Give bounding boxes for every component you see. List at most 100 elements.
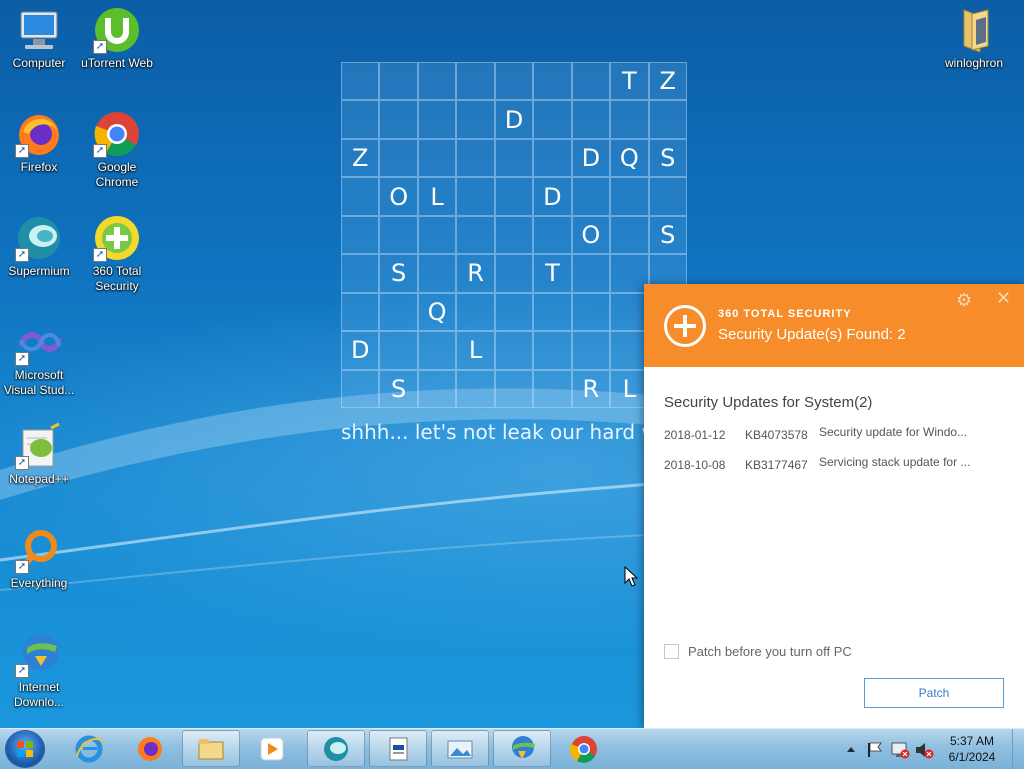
clock-date: 6/1/2024 xyxy=(948,750,996,764)
update-date: 2018-10-08 xyxy=(664,458,726,472)
shortcut-arrow-icon: ➚ xyxy=(93,248,107,262)
taskbar-file-explorer[interactable] xyxy=(182,730,240,767)
taskbar-internet-explorer[interactable] xyxy=(60,730,118,767)
shortcut-arrow-icon: ➚ xyxy=(93,144,107,158)
grid-cell xyxy=(571,254,611,293)
wallpaper-letter-grid: TZDZDQSOLDOSSRTQDLSRL xyxy=(341,62,687,408)
grid-cell xyxy=(533,100,572,139)
supermium-icon: ➚ xyxy=(15,214,63,262)
grid-cell xyxy=(571,331,611,370)
desktop-icon-computer[interactable]: Computer xyxy=(0,6,78,71)
grid-cell xyxy=(341,369,380,408)
grid-cell xyxy=(533,369,572,408)
grid-cell xyxy=(571,100,611,139)
patch-before-shutdown-label[interactable]: Patch before you turn off PC xyxy=(688,644,852,659)
desktop-icon-label: 360 Total Security xyxy=(92,264,142,293)
grid-cell xyxy=(533,292,572,332)
desktop-icon-360-total-security[interactable]: ➚ 360 Total Security xyxy=(78,214,156,294)
shortcut-arrow-icon: ➚ xyxy=(15,664,29,678)
system-tray xyxy=(847,742,934,759)
grid-cell: S xyxy=(648,138,687,178)
desktop-icon-label: uTorrent Web xyxy=(81,56,153,70)
grid-cell xyxy=(571,62,611,101)
settings-gear-icon[interactable]: ⚙ xyxy=(956,290,972,311)
update-row[interactable]: 2018-10-08 KB3177467 Servicing stack updat… xyxy=(664,455,984,472)
utorrent-icon: ➚ xyxy=(93,6,141,54)
patch-button[interactable]: Patch xyxy=(864,678,1004,708)
desktop-icon-notepad-plus-plus[interactable]: ➚ Notepad++ xyxy=(0,422,78,487)
shortcut-arrow-icon: ➚ xyxy=(15,248,29,262)
grid-cell xyxy=(610,254,649,293)
grid-cell xyxy=(533,215,572,255)
grid-cell: S xyxy=(379,254,418,293)
action-center-flag-icon xyxy=(868,742,882,757)
wallpaper-tagline: shhh... let's not leak our hard w xyxy=(341,420,658,444)
desktop-icon-label: winloghron xyxy=(944,56,1004,70)
taskbar-internet-download-manager[interactable] xyxy=(493,730,551,767)
update-row[interactable]: 2018-01-12 KB4073578 Security update for W… xyxy=(664,425,984,442)
clock-time: 5:37 AM xyxy=(949,734,995,748)
taskbar-notepad[interactable] xyxy=(369,730,427,767)
grid-cell: Z xyxy=(341,138,380,178)
grid-cell xyxy=(494,177,534,216)
grid-cell: S xyxy=(379,369,418,408)
grid-cell xyxy=(494,331,534,370)
network-error-icon xyxy=(891,742,910,759)
desktop-icon-label: Everything xyxy=(10,576,68,590)
grid-cell xyxy=(341,62,380,101)
grid-cell xyxy=(456,62,495,101)
grid-cell xyxy=(533,62,572,101)
grid-cell: T xyxy=(610,62,649,101)
grid-cell xyxy=(417,138,457,178)
volume-muted-icon xyxy=(916,743,934,759)
taskbar-supermium[interactable] xyxy=(307,730,365,767)
start-button[interactable] xyxy=(6,731,44,767)
taskbar-chrome[interactable] xyxy=(555,730,613,767)
desktop-icon-internet-download-manager[interactable]: ➚ Internet Downlo... xyxy=(0,630,78,710)
shortcut-arrow-icon: ➚ xyxy=(15,144,29,158)
grid-cell: T xyxy=(533,254,572,293)
grid-cell xyxy=(494,62,534,101)
desktop-icon-label: Google Chrome xyxy=(95,160,139,189)
patch-before-shutdown-checkbox[interactable] xyxy=(664,644,679,659)
grid-cell: Z xyxy=(648,62,687,101)
grid-cell xyxy=(379,138,418,178)
update-kb: KB3177467 xyxy=(745,458,808,472)
desktop-icon-label: Computer xyxy=(12,56,66,70)
show-hidden-icons-chevron-icon xyxy=(847,747,855,752)
grid-cell xyxy=(456,369,495,408)
grid-cell xyxy=(610,215,649,255)
grid-cell xyxy=(571,292,611,332)
grid-cell: Q xyxy=(610,138,649,178)
grid-cell xyxy=(379,100,418,139)
mouse-cursor-icon xyxy=(624,566,639,587)
desktop-icon-firefox[interactable]: ➚ Firefox xyxy=(0,110,78,175)
taskbar: 5:37 AM 6/1/2024 xyxy=(0,728,1024,769)
desktop-icon-utorrent[interactable]: ➚ uTorrent Web xyxy=(78,6,156,71)
windows-logo-icon xyxy=(17,741,33,757)
grid-cell: L xyxy=(610,369,649,408)
grid-cell xyxy=(571,177,611,216)
desktop-icon-chrome[interactable]: ➚ Google Chrome xyxy=(78,110,156,190)
taskbar-media-player[interactable] xyxy=(243,730,301,767)
desktop-icon-label: Firefox xyxy=(20,160,58,174)
grid-cell xyxy=(379,62,418,101)
taskbar-firefox[interactable] xyxy=(121,730,179,767)
desktop-icon-everything[interactable]: ➚ Everything xyxy=(0,526,78,591)
close-icon[interactable]: ✕ xyxy=(996,288,1011,309)
media-player-icon xyxy=(260,737,284,760)
desktop-icon-visual-studio[interactable]: ➚ Microsoft Visual Stud... xyxy=(0,318,78,398)
grid-cell xyxy=(494,292,534,332)
taskbar-picture-viewer[interactable] xyxy=(431,730,489,767)
grid-cell xyxy=(610,331,649,370)
show-desktop-button[interactable] xyxy=(1012,729,1024,769)
desktop-icon-supermium[interactable]: ➚ Supermium xyxy=(0,214,78,279)
visual-studio-icon: ➚ xyxy=(15,318,63,366)
grid-cell xyxy=(341,100,380,139)
taskbar-clock[interactable]: 5:37 AM 6/1/2024 xyxy=(940,733,1004,765)
firefox-icon: ➚ xyxy=(15,110,63,158)
grid-cell xyxy=(341,254,380,293)
grid-cell xyxy=(610,100,649,139)
desktop-icon-winloghron[interactable]: winloghron xyxy=(935,6,1013,71)
grid-cell xyxy=(494,369,534,408)
